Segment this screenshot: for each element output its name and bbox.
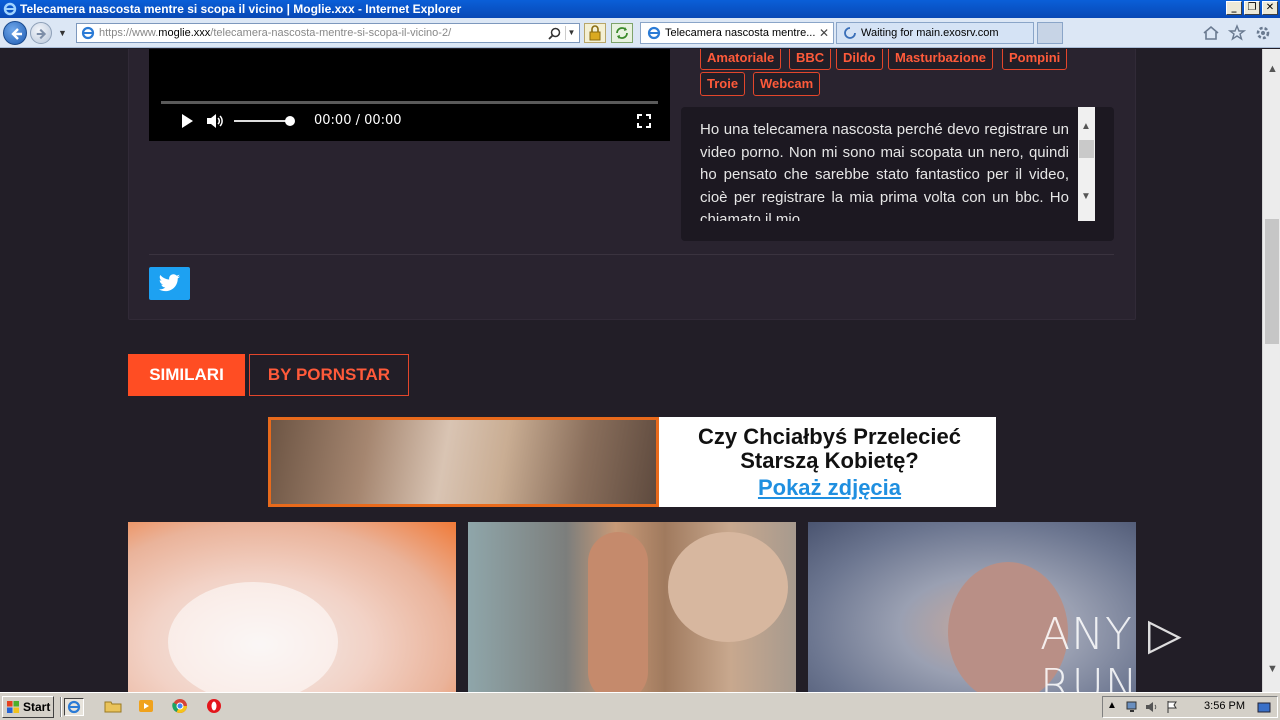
browser-tab-loading[interactable]: Waiting for main.exosrv.com	[836, 22, 1034, 44]
tag-dildo[interactable]: Dildo	[836, 49, 883, 70]
taskbar-separator	[60, 697, 62, 717]
tab-label: Telecamera nascosta mentre...	[665, 27, 816, 39]
media-player-icon[interactable]	[137, 698, 157, 716]
tag-troie[interactable]: Troie	[700, 72, 746, 96]
scroll-up-icon[interactable]: ▲	[1081, 121, 1091, 132]
video-thumbnail[interactable]	[468, 522, 796, 692]
lock-icon	[589, 25, 601, 41]
ad-cta-link[interactable]: Pokaż zdjęcia	[663, 475, 996, 501]
system-tray: ▲ 3:56 PM	[1102, 696, 1278, 718]
volume-icon[interactable]	[206, 113, 224, 129]
tray-expand-icon[interactable]: ▲	[1107, 700, 1121, 714]
scroll-up-icon[interactable]: ▲	[1267, 63, 1278, 75]
tab-by-pornstar[interactable]: BY PORNSTAR	[249, 354, 409, 396]
description-scrollbar[interactable]: ▲ ▼	[1078, 107, 1095, 221]
tag-bbc[interactable]: BBC	[789, 49, 832, 70]
taskbar-ie-button[interactable]	[64, 698, 84, 716]
loading-spinner-icon	[844, 27, 856, 39]
ad-photo[interactable]	[268, 417, 659, 507]
close-window-button[interactable]: ✕	[1262, 1, 1278, 15]
window-title-bar: Telecamera nascosta mentre si scopa il v…	[0, 0, 1280, 18]
page-favicon-icon	[81, 26, 95, 40]
tab-favicon-icon	[647, 26, 661, 40]
page-scroll-thumb[interactable]	[1265, 219, 1279, 344]
taskbar-clock: 3:56 PM	[1204, 700, 1245, 712]
windows-taskbar: Start ▲ 3:56 PM	[0, 692, 1280, 720]
address-dropdown-icon[interactable]: ▼	[565, 26, 577, 40]
volume-slider-handle[interactable]	[285, 116, 295, 126]
windows-flag-icon	[7, 701, 19, 713]
video-thumbnail[interactable]	[128, 522, 456, 692]
tag-webcam[interactable]: Webcam	[753, 72, 821, 96]
video-player[interactable]: 00:00 / 00:00	[149, 49, 670, 141]
video-progress-bar[interactable]	[161, 101, 658, 104]
page-content: 00:00 / 00:00 Amatoriale BBC Dildo Mastu…	[0, 49, 1262, 692]
minimize-button[interactable]: _	[1226, 1, 1242, 15]
browser-navigation-bar: ▼ https://www.moglie.xxx/telecamera-nasc…	[0, 18, 1280, 48]
tag-masturbazione[interactable]: Masturbazione	[888, 49, 994, 70]
description-scroll-thumb[interactable]	[1079, 140, 1094, 158]
tag-amatoriale[interactable]: Amatoriale	[700, 49, 782, 70]
security-lock-button[interactable]	[584, 23, 606, 43]
scroll-down-icon[interactable]: ▼	[1267, 663, 1278, 675]
close-tab-icon[interactable]: ✕	[819, 23, 829, 43]
start-label: Start	[23, 700, 51, 714]
advertisement-banner[interactable]: Czy Chciałbyś Przelecieć Starszą Kobietę…	[268, 417, 996, 507]
show-desktop-icon[interactable]	[1257, 700, 1271, 714]
arrow-left-icon	[11, 28, 22, 40]
url-path: /telecamera-nascosta-mentre-si-scopa-il-…	[210, 27, 452, 39]
url-host: moglie.xxx	[158, 27, 211, 39]
scroll-down-icon[interactable]: ▼	[1081, 191, 1091, 202]
refresh-icon	[616, 27, 628, 39]
twitter-share-button[interactable]	[149, 267, 190, 300]
back-button[interactable]	[3, 21, 27, 45]
window-title: Telecamera nascosta mentre si scopa il v…	[20, 2, 462, 16]
tab-label: Waiting for main.exosrv.com	[861, 27, 999, 39]
browser-tab-active[interactable]: Telecamera nascosta mentre... ✕	[640, 22, 834, 44]
forward-button[interactable]	[30, 22, 52, 44]
refresh-button[interactable]	[611, 23, 633, 43]
tab-similari[interactable]: SIMILARI	[128, 354, 245, 396]
twitter-bird-icon	[158, 274, 181, 292]
folder-icon[interactable]	[104, 698, 124, 716]
address-bar[interactable]: https://www.moglie.xxx/telecamera-nascos…	[76, 23, 580, 43]
history-dropdown-icon[interactable]: ▼	[58, 28, 67, 38]
video-description: Ho una telecamera nascosta perché devo r…	[700, 121, 1069, 221]
url-prefix: https://www.	[99, 27, 159, 39]
favorites-star-icon[interactable]	[1227, 24, 1247, 42]
new-tab-button[interactable]	[1037, 22, 1063, 44]
action-center-flag-icon[interactable]	[1165, 700, 1179, 714]
speaker-icon[interactable]	[1145, 700, 1159, 714]
ad-headline-line1: Czy Chciałbyś Przelecieć	[698, 424, 961, 449]
volume-slider[interactable]	[234, 120, 290, 122]
internet-explorer-icon	[3, 2, 17, 16]
network-icon[interactable]	[1125, 700, 1139, 714]
anyrun-watermark: ANY ▷ RUN	[1040, 609, 1183, 692]
chrome-icon[interactable]	[171, 698, 191, 716]
divider	[149, 254, 1114, 255]
tag-pompini[interactable]: Pompini	[1002, 49, 1068, 70]
maximize-button[interactable]: ❐	[1244, 1, 1260, 15]
home-icon[interactable]	[1202, 24, 1220, 42]
fullscreen-icon[interactable]	[637, 114, 651, 128]
internet-explorer-icon	[67, 700, 81, 714]
video-time: 00:00 / 00:00	[314, 113, 402, 128]
opera-icon[interactable]	[205, 698, 225, 716]
ad-headline-line2: Starszą Kobietę?	[740, 448, 919, 473]
arrow-right-icon	[36, 28, 47, 40]
play-icon[interactable]	[179, 113, 195, 129]
start-button[interactable]: Start	[2, 696, 54, 718]
search-icon[interactable]	[548, 27, 561, 40]
page-scrollbar[interactable]: ▲ ▼	[1262, 49, 1280, 692]
gear-icon[interactable]	[1254, 24, 1272, 42]
